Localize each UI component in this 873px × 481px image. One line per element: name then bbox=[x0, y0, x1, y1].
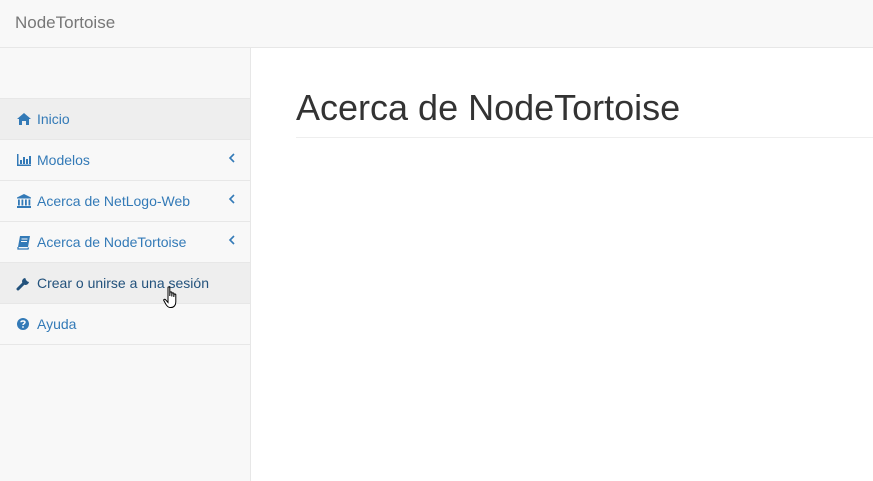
navbar-brand[interactable]: NodeTortoise bbox=[15, 13, 115, 33]
chevron-left-icon bbox=[228, 153, 235, 163]
book-icon bbox=[17, 236, 30, 250]
sidebar-item-label: Acerca de NetLogo-Web bbox=[37, 193, 191, 209]
sidebar-item-acerca-netlogo-web[interactable]: Acerca de NetLogo-Web bbox=[0, 181, 250, 222]
sidebar-item-inicio[interactable]: Inicio bbox=[0, 99, 250, 140]
bar-chart-icon bbox=[17, 154, 31, 166]
sidebar-menu: Inicio Modelos Acerca de NetLogo-Web Ace… bbox=[0, 98, 250, 345]
sidebar-item-modelos[interactable]: Modelos bbox=[0, 140, 250, 181]
main-content: Acerca de NodeTortoise bbox=[251, 48, 873, 481]
chevron-left-icon bbox=[228, 194, 235, 204]
sidebar-item-label: Inicio bbox=[37, 111, 70, 127]
sidebar-item-acerca-nodetortoise[interactable]: Acerca de NodeTortoise bbox=[0, 222, 250, 263]
sidebar-item-label: Modelos bbox=[37, 152, 90, 168]
page-header: Acerca de NodeTortoise bbox=[296, 88, 873, 138]
institution-icon bbox=[17, 194, 31, 208]
question-circle-icon bbox=[17, 318, 29, 330]
home-icon bbox=[17, 113, 31, 125]
page-title: Acerca de NodeTortoise bbox=[296, 87, 681, 128]
wrench-icon bbox=[16, 278, 29, 291]
chevron-left-icon bbox=[228, 235, 235, 245]
sidebar: Inicio Modelos Acerca de NetLogo-Web Ace… bbox=[0, 48, 251, 481]
sidebar-item-label: Ayuda bbox=[37, 316, 77, 332]
top-navbar: NodeTortoise bbox=[0, 0, 873, 48]
sidebar-item-ayuda[interactable]: Ayuda bbox=[0, 304, 250, 345]
sidebar-item-label: Crear o unirse a una sesión bbox=[37, 275, 209, 291]
hand-pointer-cursor-icon bbox=[163, 286, 177, 308]
sidebar-item-crear-sesion[interactable]: Crear o unirse a una sesión bbox=[0, 263, 250, 304]
sidebar-item-label: Acerca de NodeTortoise bbox=[37, 234, 187, 250]
